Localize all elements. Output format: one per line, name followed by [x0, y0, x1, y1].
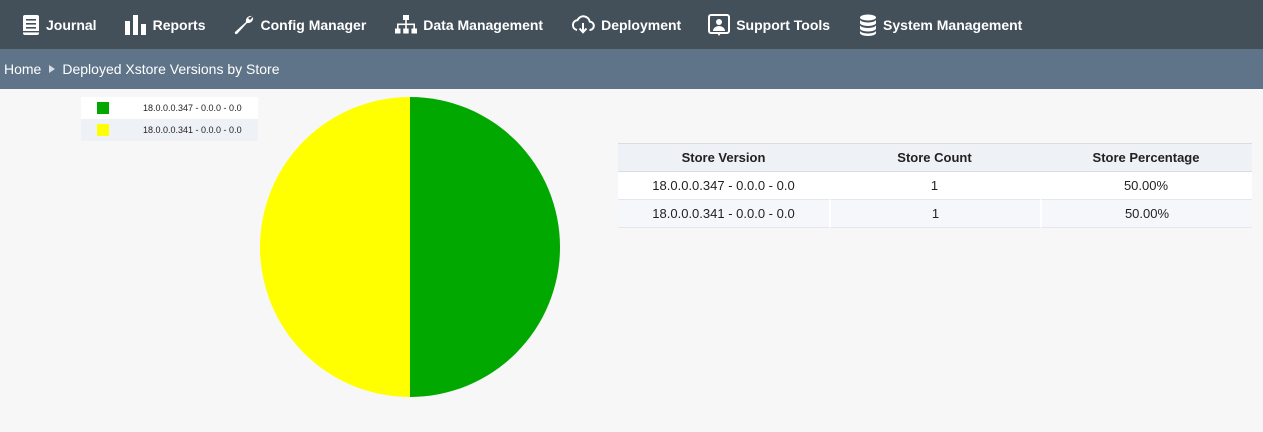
breadcrumb: Home Deployed Xstore Versions by Store — [0, 49, 1263, 89]
bar-chart-icon — [124, 14, 147, 35]
sitemap-icon — [395, 14, 418, 35]
table-header-row: Store Version Store Count Store Percenta… — [618, 143, 1252, 172]
cell-store-percentage: 50.00% — [1040, 172, 1252, 199]
table-row[interactable]: 18.0.0.0.341 - 0.0.0 - 0.0 1 50.00% — [618, 199, 1252, 228]
table-row[interactable]: 18.0.0.0.347 - 0.0.0 - 0.0 1 50.00% — [618, 172, 1252, 199]
database-icon — [859, 14, 877, 36]
nav-journal-label: Journal — [46, 16, 97, 33]
column-header-store-percentage[interactable]: Store Percentage — [1040, 143, 1252, 172]
nav-system-management[interactable]: System Management — [859, 0, 1022, 49]
legend-item: 18.0.0.0.347 - 0.0.0 - 0.0 — [81, 97, 258, 119]
user-support-icon — [708, 13, 731, 36]
legend-label: 18.0.0.0.347 - 0.0.0 - 0.0 — [143, 103, 242, 113]
cell-store-count: 1 — [829, 172, 1040, 199]
chart-legend: 18.0.0.0.347 - 0.0.0 - 0.0 18.0.0.0.341 … — [81, 97, 258, 141]
legend-swatch-0 — [97, 102, 109, 114]
store-versions-table: Store Version Store Count Store Percenta… — [618, 143, 1252, 228]
legend-swatch-1 — [97, 124, 109, 136]
nav-support-tools[interactable]: Support Tools — [708, 0, 830, 49]
breadcrumb-separator-icon — [49, 65, 56, 73]
nav-config-manager-label: Config Manager — [260, 16, 367, 33]
nav-reports-label: Reports — [152, 16, 206, 33]
top-nav-bar: Journal Reports Config Manager Data Mana… — [0, 0, 1263, 49]
nav-deployment[interactable]: Deployment — [571, 0, 681, 49]
pie-slice-1[interactable] — [260, 97, 410, 397]
cell-store-count: 1 — [829, 199, 1040, 228]
nav-deployment-label: Deployment — [601, 16, 682, 33]
legend-item: 18.0.0.0.341 - 0.0.0 - 0.0 — [81, 119, 258, 141]
cloud-download-icon — [571, 14, 595, 35]
column-header-store-version[interactable]: Store Version — [618, 143, 829, 172]
nav-config-manager[interactable]: Config Manager — [233, 0, 366, 49]
journal-icon — [22, 14, 40, 36]
column-header-store-count[interactable]: Store Count — [829, 143, 1040, 172]
cell-store-version: 18.0.0.0.341 - 0.0.0 - 0.0 — [618, 199, 829, 228]
nav-data-management-label: Data Management — [423, 16, 544, 33]
nav-data-management[interactable]: Data Management — [395, 0, 543, 49]
legend-label: 18.0.0.0.341 - 0.0.0 - 0.0 — [143, 125, 242, 135]
nav-journal[interactable]: Journal — [22, 0, 97, 49]
cell-store-percentage: 50.00% — [1040, 199, 1252, 228]
cell-store-version: 18.0.0.0.347 - 0.0.0 - 0.0 — [618, 172, 829, 199]
nav-system-management-label: System Management — [883, 16, 1023, 33]
breadcrumb-current: Deployed Xstore Versions by Store — [62, 61, 280, 77]
pie-chart — [260, 97, 560, 397]
wrench-icon — [233, 14, 254, 35]
breadcrumb-home-link[interactable]: Home — [4, 61, 41, 77]
nav-support-tools-label: Support Tools — [736, 16, 831, 33]
pie-slice-0[interactable] — [410, 97, 560, 397]
nav-reports[interactable]: Reports — [124, 0, 206, 49]
